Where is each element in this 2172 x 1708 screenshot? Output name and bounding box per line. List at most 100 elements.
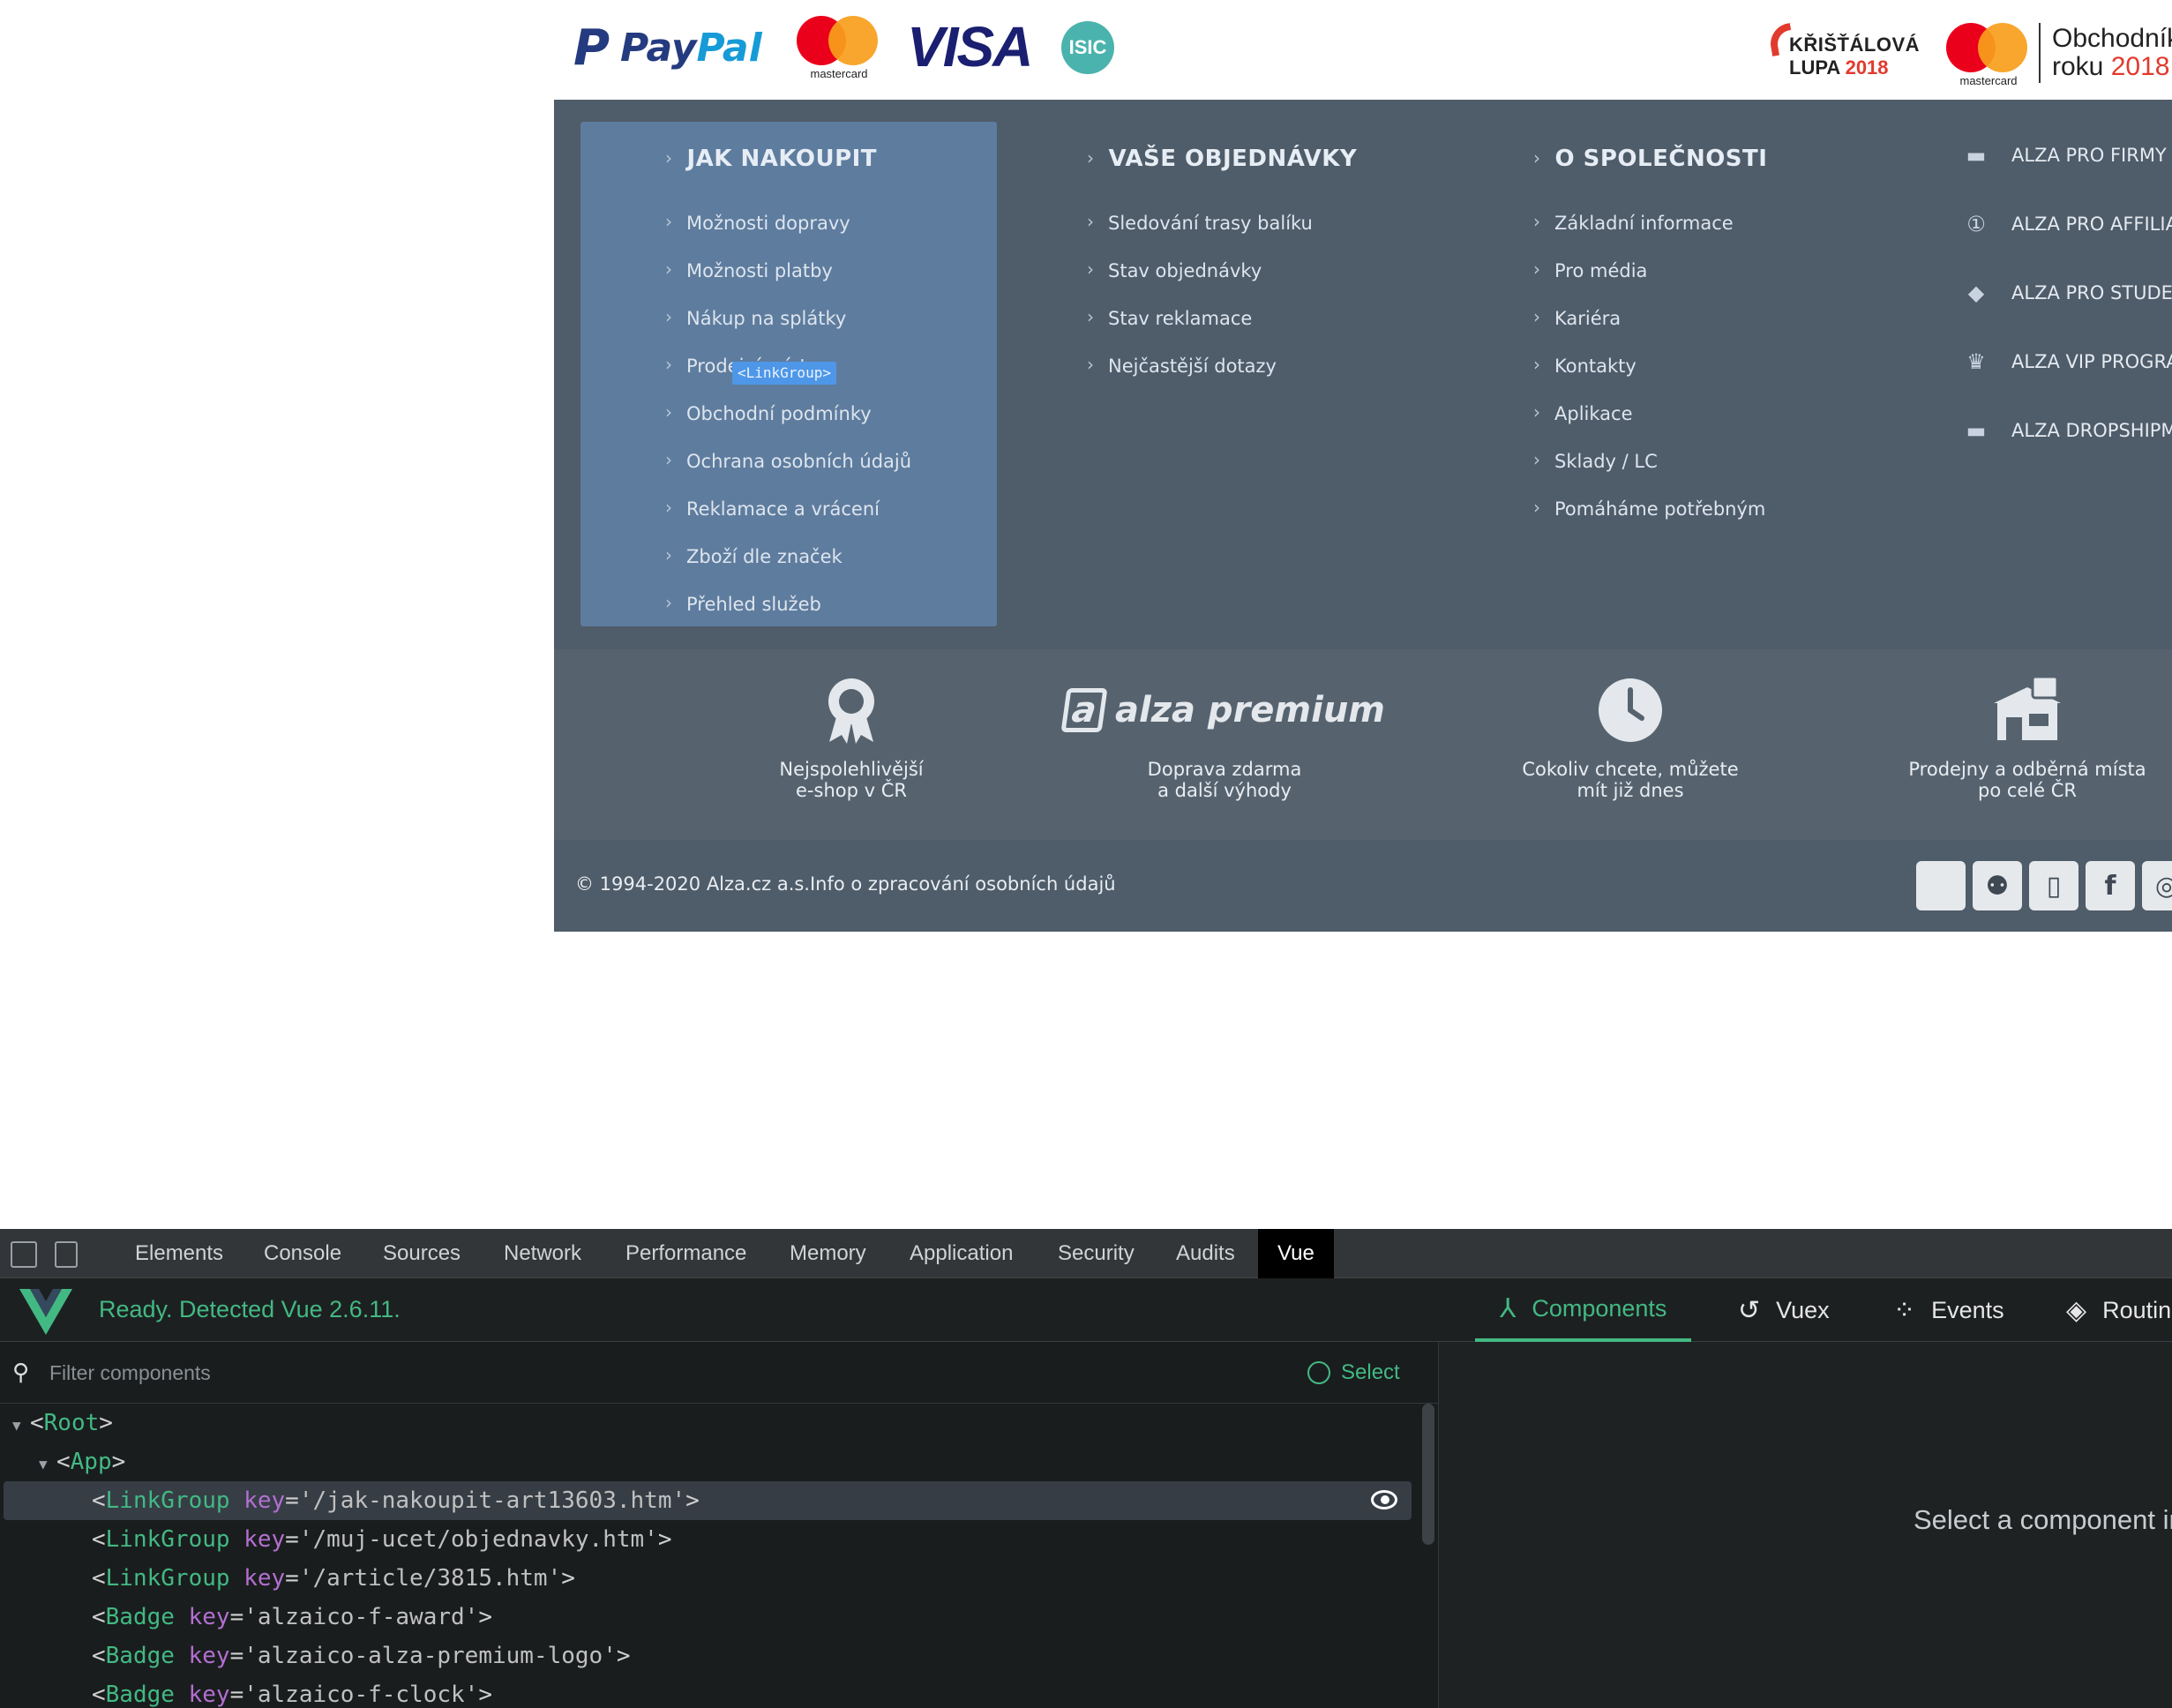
side-link-firmy[interactable]: ▬ ALZA PRO FIRMY [1962,138,2167,173]
side-link-affiliate[interactable]: ①ALZA PRO AFFILIATE [1962,206,2172,242]
column-title-vase-objednavky[interactable]: › VAŠE OBJEDNÁVKY [1087,146,1357,172]
award-title: KŘIŠŤÁLOVÁ [1789,34,1920,56]
kristalova-lupa-award: KŘIŠŤÁLOVÁ LUPA 2018 [1767,21,1920,83]
expand-triangle-icon[interactable]: ▼ [12,1406,30,1445]
footer-link[interactable]: › Zboží dle značek [665,544,843,567]
footer-link[interactable]: › Reklamace a vrácení [665,497,880,520]
search-icon: ⚲ [12,1360,30,1386]
tree-node[interactable]: <LinkGroup key='/muj-ucet/objednavky.htm… [0,1520,1412,1559]
tab-memory[interactable]: Memory [790,1229,866,1278]
footer-link[interactable]: › Obchodní podmínky [665,401,872,424]
award-title: Obchodník [2052,24,2172,53]
benefit-line: po celé ČR [1977,780,2077,801]
inspect-element-icon[interactable] [11,1241,37,1268]
tree-node-selected[interactable]: <LinkGroup key='/jak-nakoupit-art13603.h… [4,1481,1412,1520]
copyright-bar: © 1994-2020 Alza.cz a.s.Info o zpracován… [554,840,2172,932]
benefits-band: Nejspolehlivější e-shop v ČR a alza premiu… [554,649,2172,840]
footer-link[interactable]: › Pomáháme potřebným [1533,497,1765,520]
footer-link[interactable]: › Pro média [1533,258,1647,281]
tree-node[interactable]: <LinkGroup key='/article/3815.htm'> [0,1559,1412,1598]
tree-scrollbar[interactable] [1422,1404,1434,1545]
payment-logos-strip: P PayPal mastercard VISA ISIC KŘIŠŤÁLOVÁ… [554,0,2172,100]
footer-link[interactable]: › Stav reklamace [1087,306,1252,329]
tab-elements[interactable]: Elements [135,1229,223,1278]
graduation-cap-icon: ◆ [1967,281,1985,305]
clock-icon [1598,670,1663,750]
apple-app-icon[interactable] [1916,861,1966,910]
tab-components[interactable]: ⅄ Components [1475,1278,1692,1342]
tree-node-root[interactable]: ▼ <Root> [0,1404,1412,1442]
tab-vuex[interactable]: ↺ Vuex [1738,1278,1830,1342]
tab-security[interactable]: Security [1058,1229,1135,1278]
side-link-vip[interactable]: ♛ALZA VIP PROGRAM [1962,344,2172,379]
award-subtitle: roku [2052,52,2104,81]
tab-vue[interactable]: Vue [1258,1229,1334,1278]
select-component-button[interactable]: Select [1307,1356,1400,1390]
component-inspector-pane: Select a component in the tree to inspec… [1438,1342,2172,1708]
isic-logo: ISIC [1061,21,1114,74]
mastercard-caption: mastercard [1959,74,2018,87]
footer-link[interactable]: › Kariéra [1533,306,1621,329]
vue-logo-icon [19,1289,72,1338]
tab-events[interactable]: ⁘ Events [1893,1278,2004,1342]
column-title-o-spolecnosti[interactable]: › O SPOLEČNOSTI [1533,146,1767,172]
crosshair-icon [1307,1361,1330,1384]
footer-link[interactable]: › Stav objednávky [1087,258,1262,281]
devtools-panel: Elements Console Sources Network Perform… [0,1229,2172,1708]
android-app-icon[interactable]: ⚉ [1973,861,2022,910]
facebook-icon[interactable]: f [2086,861,2135,910]
alza-premium-brand: alza premium [1115,690,1385,730]
footer-link[interactable]: › Aplikace [1533,401,1633,424]
tab-performance[interactable]: Performance [625,1229,746,1278]
benefit-item[interactable]: Cokoliv chcete, můžete mít již dnes [1463,649,1798,840]
tree-node[interactable]: <Badge key='alzaico-f-clock'> [0,1675,1412,1708]
footer-link[interactable]: › Možnosti platby [665,258,833,281]
tab-application[interactable]: Application [910,1229,1013,1278]
tab-audits[interactable]: Audits [1176,1229,1235,1278]
device-toolbar-icon[interactable] [55,1241,78,1268]
tab-sources[interactable]: Sources [383,1229,461,1278]
tab-console[interactable]: Console [264,1229,341,1278]
benefit-item[interactable]: Prodejny a odběrná místa po celé ČR [1860,649,2172,840]
tab-network[interactable]: Network [504,1229,581,1278]
visa-logo: VISA [907,15,1033,79]
benefit-line: mít již dnes [1577,780,1684,801]
footer-link[interactable]: › Sledování trasy balíku [1087,211,1313,234]
copyright-text[interactable]: © 1994-2020 Alza.cz a.s.Info o zpracován… [575,873,1116,895]
side-link-studenty[interactable]: ◆ALZA PRO STUDENTY [1962,275,2172,311]
expand-triangle-icon[interactable]: ▼ [39,1445,56,1484]
events-icon: ⁘ [1893,1295,1916,1325]
instagram-icon[interactable]: ◎ [2142,861,2172,910]
component-tree-pane: ⚲ Select ▼<Root> ▼<App> <LinkGroup key='… [0,1342,1438,1708]
eye-icon[interactable] [1371,1490,1397,1509]
history-icon: ↺ [1738,1295,1761,1325]
footer-link[interactable]: › Kontakty [1533,354,1636,377]
linkgroup-overlay-tag: <LinkGroup> [732,362,836,385]
award-subtitle: LUPA [1789,56,1840,79]
footer-link[interactable]: › Možnosti dopravy [665,211,850,234]
benefit-item[interactable]: a alza premium Doprava zdarma a další výho… [1057,649,1392,840]
tree-node-app[interactable]: ▼ <App> [0,1442,1412,1481]
filter-components-input[interactable] [49,1354,1196,1391]
store-icon [1992,670,2063,750]
routing-icon: ◈ [2066,1295,2087,1325]
components-icon: ⅄ [1500,1293,1517,1323]
footer-link[interactable]: › Základní informace [1533,211,1734,234]
benefit-item[interactable]: Nejspolehlivější e-shop v ČR [706,649,997,840]
paypal-text-pal: Pal [696,25,762,71]
tree-node[interactable]: <Badge key='alzaico-f-award'> [0,1598,1412,1637]
tree-node[interactable]: <Badge key='alzaico-alza-premium-logo'> [0,1637,1412,1675]
footer-link[interactable]: › Přehled služeb [665,592,821,615]
column-title-jak-nakoupit[interactable]: › JAK NAKOUPIT [665,146,877,172]
footer-link[interactable]: › Sklady / LC [1533,449,1658,472]
alza-a-icon: a [1060,688,1108,732]
side-link-dropshipment[interactable]: ▬ALZA DROPSHIPMENT [1962,413,2172,448]
footer-link[interactable]: › Nákup na splátky [665,306,846,329]
benefit-line: Prodejny a odběrná místa [1908,759,2146,780]
mobile-app-icon[interactable]: ▯ [2029,861,2078,910]
paypal-mark-icon: P [573,19,610,77]
component-tree: ▼ <Root> ▼ <App> <LinkGroup key='/jak-nako… [0,1404,1420,1708]
tab-routing[interactable]: ◈Routing [2066,1278,2172,1342]
footer-link[interactable]: › Ochrana osobních údajů [665,449,911,472]
footer-link[interactable]: › Nejčastější dotazy [1087,354,1277,377]
